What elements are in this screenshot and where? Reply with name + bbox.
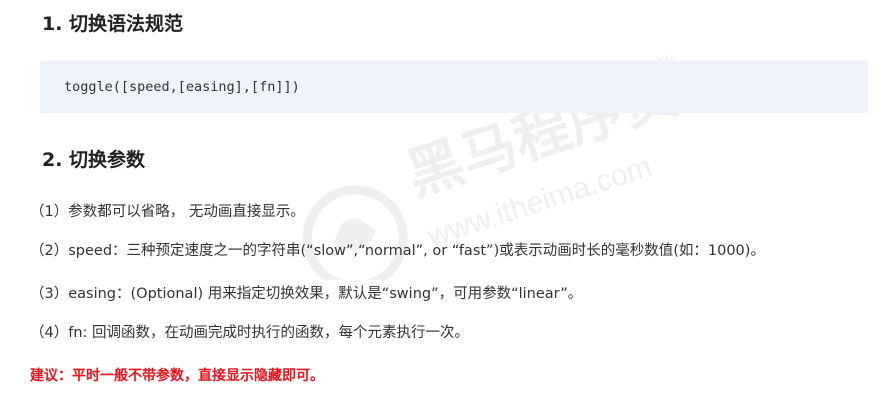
watermark-url: www.itheima.com [423, 150, 656, 254]
code-block: toggle([speed,[easing],[fn]]) [40, 61, 868, 113]
param-item-2: （2）speed：三种预定速度之一的字符串(“slow”,“normal”, o… [30, 243, 765, 259]
param-item-1: （1）参数都可以省略， 无动画直接显示。 [30, 204, 305, 220]
param-item-3: （3）easing：(Optional) 用来指定切换效果，默认是“swing”… [30, 286, 583, 302]
section-title-syntax: 1. 切换语法规范 [42, 13, 184, 35]
section-title-params: 2. 切换参数 [42, 149, 146, 171]
tip-text: 建议：平时一般不带参数，直接显示隐藏即可。 [30, 368, 324, 384]
code-syntax: toggle([speed,[easing],[fn]]) [64, 79, 300, 95]
param-item-4: （4）fn: 回调函数，在动画完成时执行的函数，每个元素执行一次。 [30, 325, 470, 341]
